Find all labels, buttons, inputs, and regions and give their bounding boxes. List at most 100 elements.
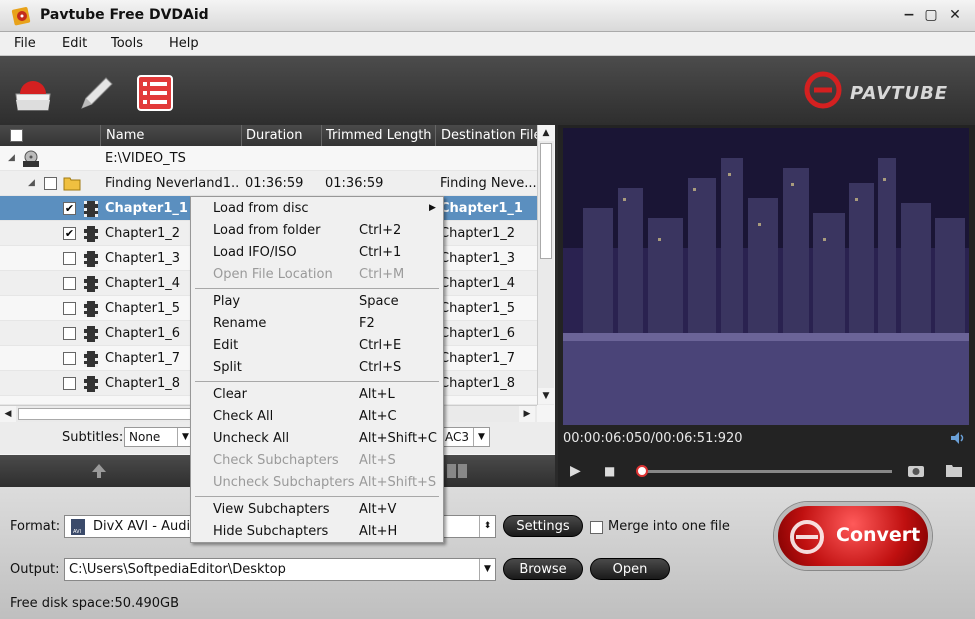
merge-label: Merge into one file — [608, 519, 730, 534]
source-row[interactable]: ◢ E:\VIDEO_TS — [0, 146, 537, 171]
move-up-icon[interactable] — [90, 462, 108, 480]
chevron-down-icon[interactable]: ▼ — [473, 428, 489, 446]
context-menu-item[interactable]: Split Ctrl+S — [191, 357, 443, 379]
col-duration[interactable]: Duration — [246, 128, 302, 143]
menu-item-label: Split — [213, 360, 242, 375]
context-menu-item[interactable]: Rename F2 — [191, 313, 443, 335]
title-row[interactable]: ◢ Finding Neverland1... 01:36:59 01:36:5… — [0, 171, 537, 196]
col-destination-file[interactable]: Destination File — [441, 128, 537, 143]
menu-item-shortcut: Alt+C — [359, 409, 397, 424]
context-menu-item: Uncheck Subchapters Alt+Shift+S — [191, 472, 443, 494]
context-menu-item[interactable]: Load from disc ▶ — [191, 198, 443, 220]
chapter-checkbox[interactable] — [63, 302, 76, 315]
menu-item-label: Open File Location — [213, 267, 333, 282]
chapter-checkbox[interactable] — [63, 277, 76, 290]
col-trimmed-length[interactable]: Trimmed Length — [326, 128, 432, 143]
scroll-up-icon[interactable]: ▲ — [538, 125, 554, 141]
context-menu-item[interactable]: Check All Alt+C — [191, 406, 443, 428]
collapse-icon[interactable]: ◢ — [8, 153, 15, 163]
snapshot-camera-icon[interactable] — [907, 463, 925, 478]
source-path: E:\VIDEO_TS — [105, 151, 186, 166]
chapter-name: Chapter1_4 — [105, 276, 181, 291]
merge-film-icon[interactable] — [446, 462, 468, 480]
open-folder-icon[interactable] — [945, 463, 963, 478]
col-name[interactable]: Name — [106, 128, 144, 143]
scroll-thumb[interactable] — [540, 143, 552, 259]
list-vertical-scrollbar[interactable]: ▲ ▼ — [537, 125, 554, 405]
chapter-name: Chapter1_5 — [105, 301, 181, 316]
seek-knob[interactable] — [636, 465, 648, 477]
chevron-updown-icon[interactable]: ⬍ — [479, 516, 495, 537]
open-button[interactable]: Open — [590, 558, 670, 580]
menu-item-label: Rename — [213, 316, 267, 331]
subtitles-value: None — [129, 430, 161, 444]
film-icon — [84, 301, 98, 317]
subtitles-select[interactable]: None ▼ — [124, 427, 194, 447]
menu-item-label: Load from folder — [213, 223, 321, 238]
title-checkbox[interactable] — [44, 177, 57, 190]
volume-icon[interactable] — [950, 431, 966, 445]
load-disc-icon[interactable] — [10, 70, 56, 116]
menu-item-shortcut: Ctrl+1 — [359, 245, 402, 260]
scroll-right-icon[interactable]: ▶ — [519, 406, 535, 422]
chapter-checkbox[interactable]: ✔ — [63, 227, 76, 240]
close-button[interactable]: ✕ — [947, 7, 963, 23]
app-logo-icon — [11, 7, 31, 26]
chevron-down-icon[interactable]: ▼ — [479, 559, 495, 580]
menu-edit[interactable]: Edit — [62, 36, 87, 51]
edit-pencil-icon[interactable] — [72, 70, 118, 116]
select-all-checkbox[interactable] — [10, 129, 23, 142]
settings-button[interactable]: Settings — [503, 515, 583, 537]
chapter-checkbox[interactable] — [63, 327, 76, 340]
window-title: Pavtube Free DVDAid — [40, 7, 209, 23]
audio-select[interactable]: AC3 ▼ — [440, 427, 490, 447]
collapse-icon[interactable]: ◢ — [28, 178, 35, 188]
menu-tools[interactable]: Tools — [111, 36, 143, 51]
pavtube-logo-icon — [804, 71, 842, 109]
maximize-button[interactable]: ▢ — [923, 7, 939, 23]
stop-icon[interactable]: ■ — [604, 464, 615, 478]
menu-file[interactable]: File — [14, 36, 36, 51]
chapter-dest: Chapter1_2 — [440, 226, 516, 241]
context-menu-item[interactable]: Load from folder Ctrl+2 — [191, 220, 443, 242]
menu-item-shortcut: Ctrl+2 — [359, 223, 402, 238]
menu-item-shortcut: Ctrl+S — [359, 360, 402, 375]
chapter-checkbox[interactable] — [63, 252, 76, 265]
chapter-checkbox[interactable]: ✔ — [63, 202, 76, 215]
chapter-dest: Chapter1_1 — [440, 201, 523, 216]
film-icon — [84, 276, 98, 292]
scroll-left-icon[interactable]: ◀ — [0, 406, 16, 422]
context-menu-item[interactable]: View Subchapters Alt+V — [191, 499, 443, 521]
output-path-field[interactable]: C:\Users\SoftpediaEditor\Desktop ▼ — [64, 558, 496, 581]
film-icon — [84, 376, 98, 392]
menu-item-label: Load from disc — [213, 201, 309, 216]
title-name: Finding Neverland1... — [105, 176, 240, 191]
chapter-checkbox[interactable] — [63, 352, 76, 365]
menu-item-shortcut: Space — [359, 294, 399, 309]
chapter-dest: Chapter1_7 — [440, 351, 516, 366]
menu-item-label: View Subchapters — [213, 502, 330, 517]
browse-button[interactable]: Browse — [503, 558, 583, 580]
context-menu-item[interactable]: Clear Alt+L — [191, 384, 443, 406]
menu-help[interactable]: Help — [169, 36, 199, 51]
video-preview[interactable] — [563, 128, 969, 425]
title-trimmed: 01:36:59 — [325, 176, 384, 191]
minimize-button[interactable]: − — [901, 7, 917, 23]
menu-item-shortcut: Alt+L — [359, 387, 395, 402]
chapter-checkbox[interactable] — [63, 377, 76, 390]
context-menu-item[interactable]: Load IFO/ISO Ctrl+1 — [191, 242, 443, 264]
scroll-down-icon[interactable]: ▼ — [538, 388, 554, 404]
task-list-icon[interactable] — [132, 70, 178, 116]
menu-separator — [195, 288, 439, 289]
context-menu-item[interactable]: Edit Ctrl+E — [191, 335, 443, 357]
convert-button[interactable]: Convert — [774, 502, 932, 570]
context-menu-item[interactable]: Play Space — [191, 291, 443, 313]
hscroll-thumb[interactable] — [18, 408, 208, 420]
context-menu-item: Open File Location Ctrl+M — [191, 264, 443, 286]
seek-track[interactable] — [642, 470, 892, 473]
chapter-name: Chapter1_2 — [105, 226, 181, 241]
context-menu-item[interactable]: Hide Subchapters Alt+H — [191, 521, 443, 543]
play-icon[interactable]: ▶ — [570, 463, 581, 479]
context-menu-item[interactable]: Uncheck All Alt+Shift+C — [191, 428, 443, 450]
merge-checkbox[interactable] — [590, 521, 603, 534]
